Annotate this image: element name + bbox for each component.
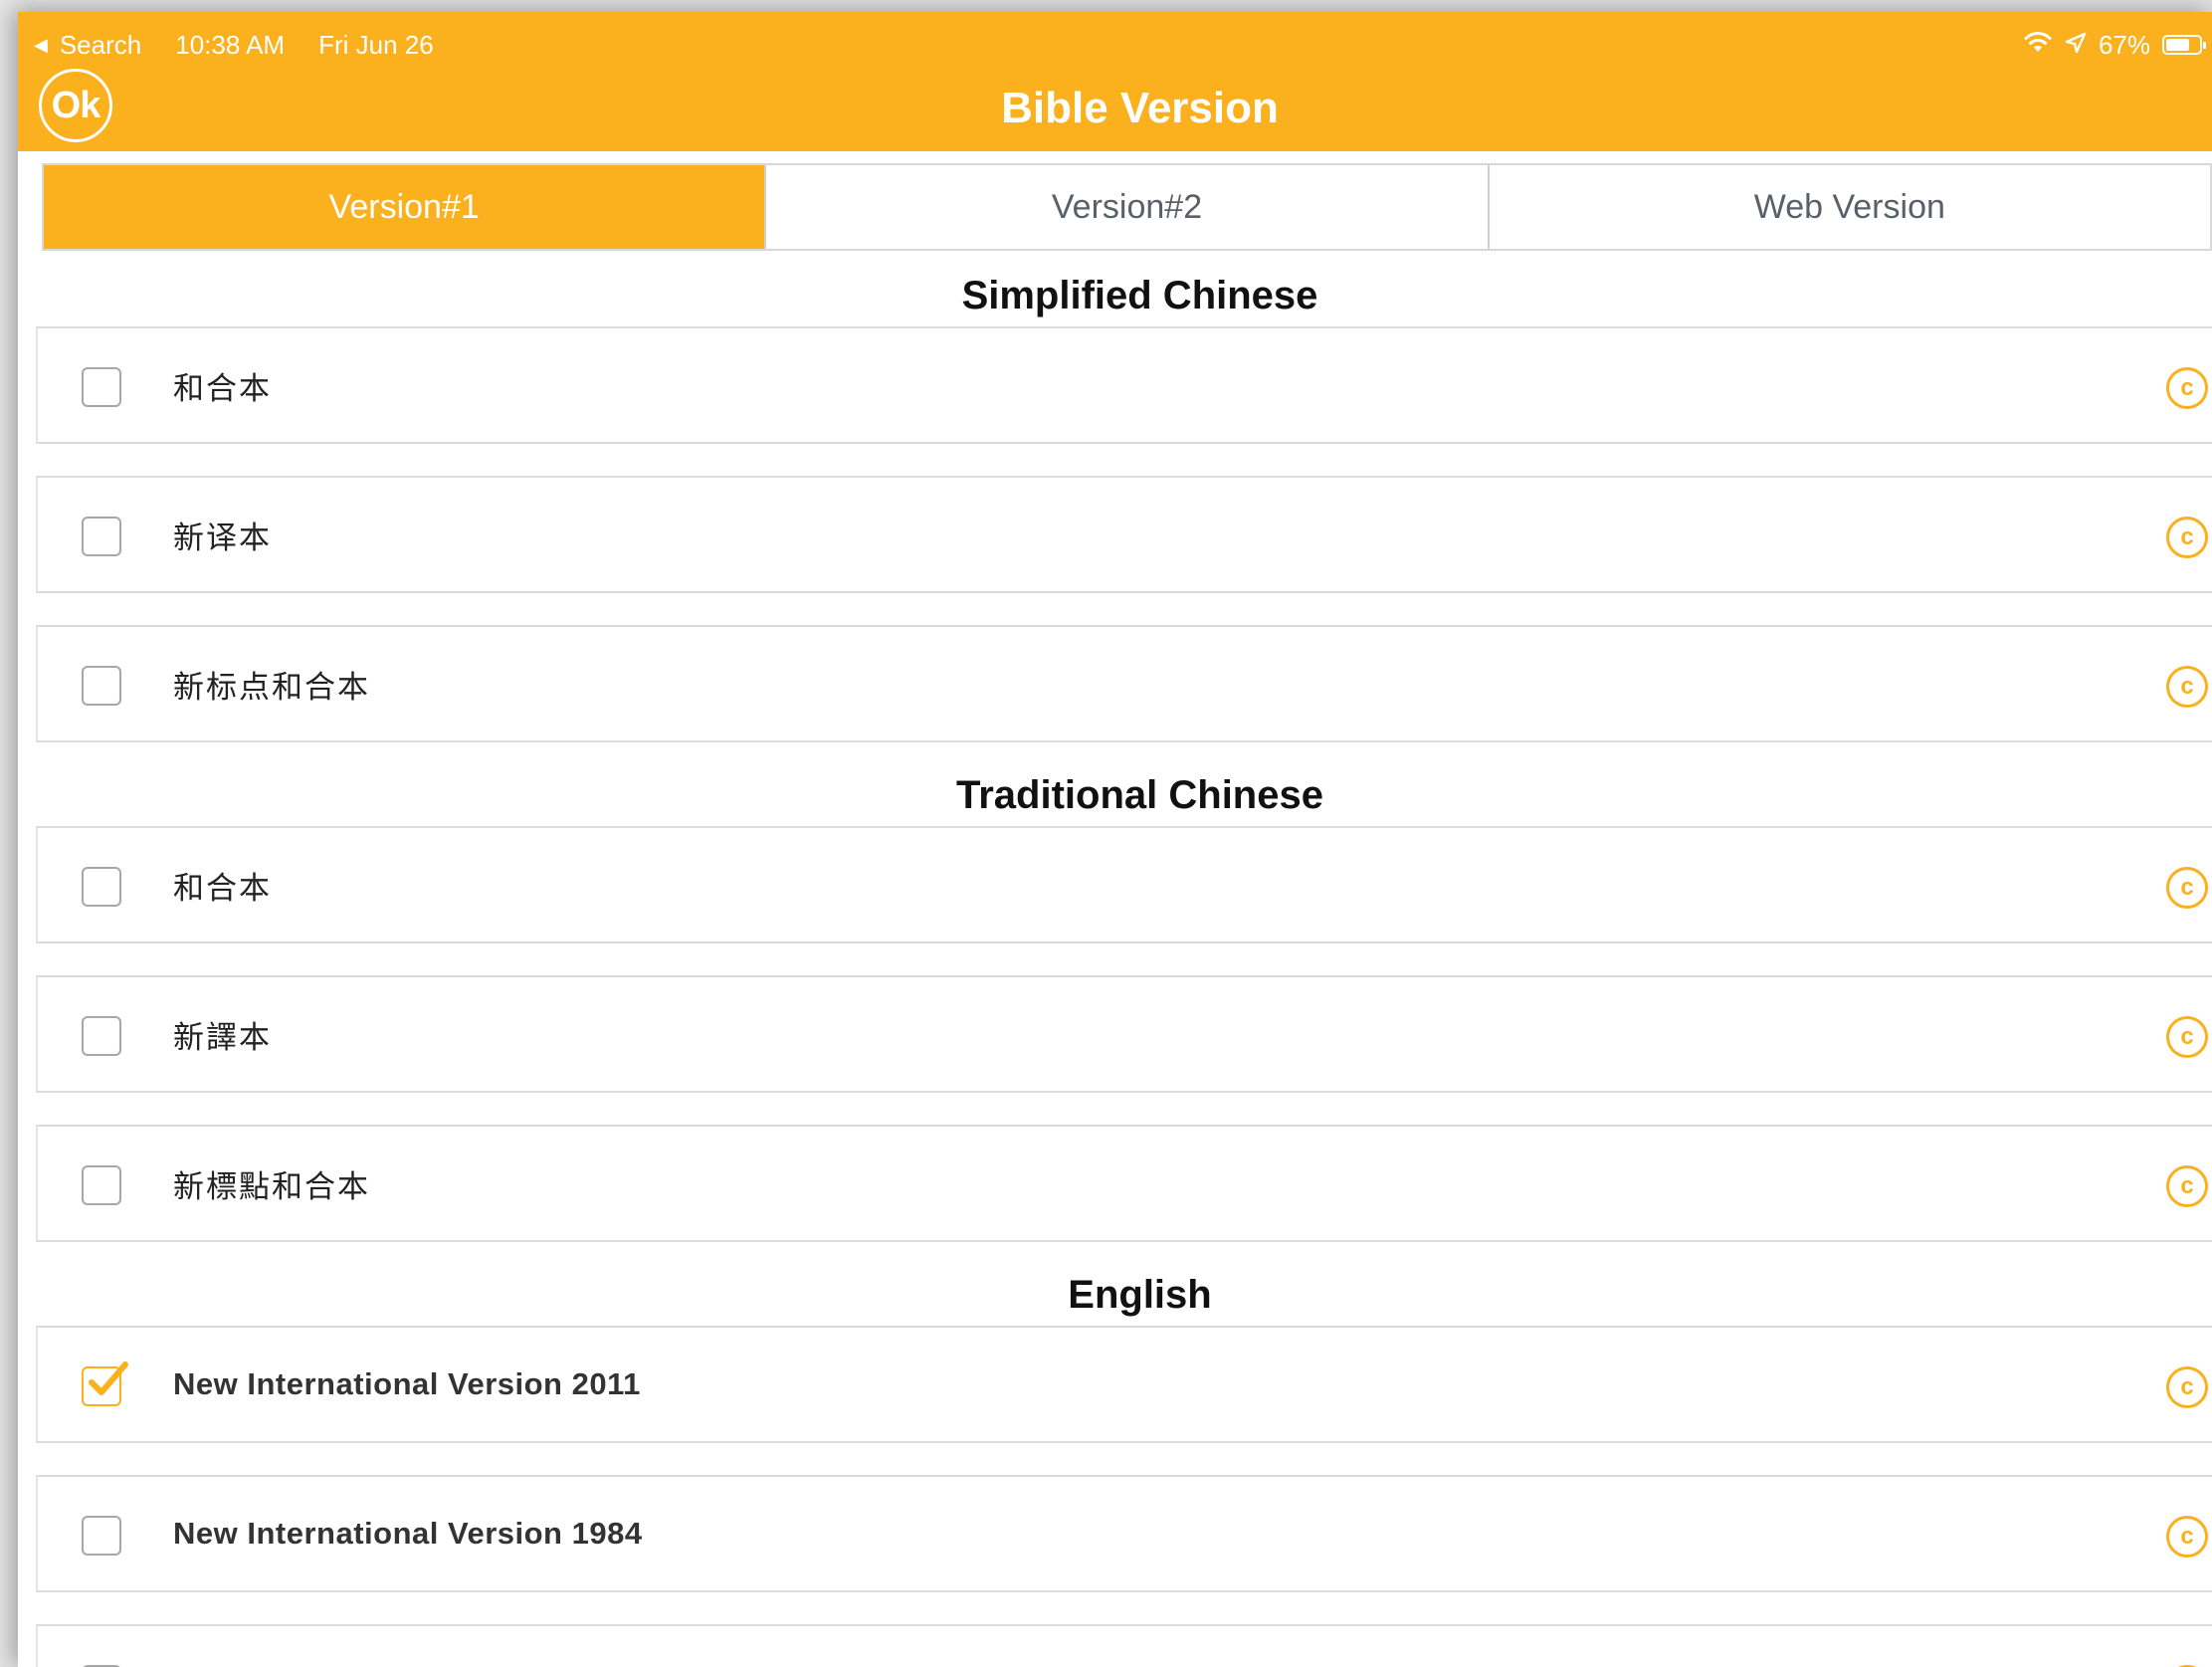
- version-row-simplified-xinbiaodian[interactable]: 新标点和合本 c: [36, 625, 2212, 742]
- copyright-icon[interactable]: c: [2166, 1016, 2208, 1058]
- version-row-simplified-heheben[interactable]: 和合本 c: [36, 326, 2212, 444]
- section-heading-traditional-chinese: Traditional Chinese: [956, 773, 1323, 817]
- checkbox-checked-icon[interactable]: [82, 1361, 128, 1406]
- copyright-icon[interactable]: c: [2166, 867, 2208, 909]
- wifi-icon: [2023, 20, 2053, 70]
- version-tabs: Version#1 Version#2 Web Version: [42, 163, 2212, 251]
- checkbox-icon[interactable]: [82, 1165, 121, 1205]
- tab-version-2[interactable]: Version#2: [766, 165, 1490, 249]
- checkbox-icon[interactable]: [82, 666, 121, 706]
- checkbox-icon[interactable]: [82, 517, 121, 556]
- checkbox-icon[interactable]: [82, 867, 121, 907]
- copyright-icon[interactable]: c: [2166, 517, 2208, 558]
- battery-icon: [2162, 35, 2206, 55]
- checkbox-icon[interactable]: [82, 1516, 121, 1556]
- status-time: 10:38 AM: [175, 30, 286, 60]
- navigation-bar: ◀ Search 10:38 AM Fri Jun 26 67% Ok Bibl…: [18, 12, 2212, 151]
- checkbox-icon[interactable]: [82, 1016, 121, 1056]
- checkmark-icon: [89, 1361, 128, 1395]
- version-label: 和合本: [173, 370, 272, 406]
- page-title: Bible Version: [1001, 84, 1279, 132]
- status-back-label[interactable]: Search: [60, 20, 141, 70]
- copyright-icon[interactable]: c: [2166, 1516, 2208, 1558]
- copyright-icon[interactable]: c: [2166, 367, 2208, 409]
- version-row-partial[interactable]: c: [36, 1624, 2212, 1667]
- version-label: 新標點和合本: [173, 1168, 370, 1204]
- status-bar: ◀ Search 10:38 AM Fri Jun 26 67%: [18, 20, 2212, 70]
- copyright-icon[interactable]: c: [2166, 1165, 2208, 1207]
- status-date: Fri Jun 26: [318, 30, 434, 60]
- version-row-simplified-xinyiben[interactable]: 新译本 c: [36, 476, 2212, 593]
- version-label: New International Version 1984: [173, 1516, 643, 1551]
- version-row-traditional-xinyiben[interactable]: 新譯本 c: [36, 975, 2212, 1093]
- version-row-traditional-xinbiaodian[interactable]: 新標點和合本 c: [36, 1125, 2212, 1242]
- section-heading-simplified-chinese: Simplified Chinese: [961, 274, 1318, 317]
- tab-web-version[interactable]: Web Version: [1490, 165, 2210, 249]
- tab-version-1[interactable]: Version#1: [44, 165, 767, 249]
- version-label: 新标点和合本: [173, 669, 370, 705]
- back-caret-icon[interactable]: ◀: [34, 20, 48, 70]
- battery-percent: 67%: [2098, 30, 2150, 60]
- copyright-icon[interactable]: c: [2166, 1366, 2208, 1408]
- version-label: 新译本: [173, 520, 272, 555]
- checkbox-icon[interactable]: [82, 367, 121, 407]
- app-window: ◀ Search 10:38 AM Fri Jun 26 67% Ok Bibl…: [18, 12, 2212, 1667]
- version-label: New International Version 2011: [173, 1366, 641, 1401]
- version-row-traditional-heheben[interactable]: 和合本 c: [36, 826, 2212, 943]
- version-row-niv-2011[interactable]: New International Version 2011 c: [36, 1326, 2212, 1443]
- version-label: 新譯本: [173, 1019, 272, 1055]
- copyright-icon[interactable]: c: [2166, 666, 2208, 708]
- location-arrow-icon: [2065, 20, 2087, 70]
- version-label: 和合本: [173, 870, 272, 906]
- section-heading-english: English: [1068, 1273, 1212, 1317]
- version-row-niv-1984[interactable]: New International Version 1984 c: [36, 1475, 2212, 1592]
